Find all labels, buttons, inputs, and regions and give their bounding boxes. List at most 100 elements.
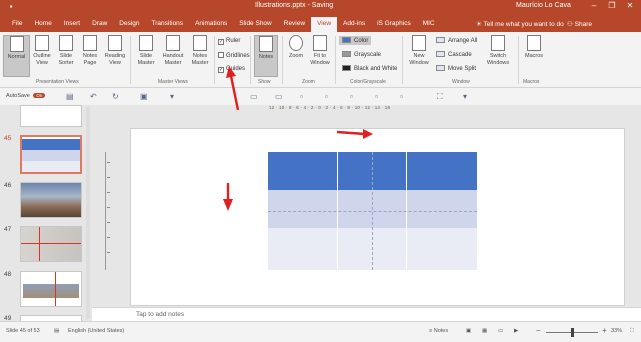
slide-thumbnail[interactable] — [20, 182, 82, 218]
color-button[interactable]: Color — [339, 36, 372, 45]
reading-view-button[interactable]: Reading View — [103, 35, 127, 77]
notes-pane[interactable]: Tap to add notes — [92, 307, 641, 321]
minimize-button[interactable]: – — [585, 0, 603, 12]
tab-review[interactable]: Review — [278, 17, 311, 32]
slide-thumbnail[interactable] — [20, 226, 82, 262]
gridlines-label: Gridlines — [226, 53, 250, 59]
tab-is-graphics[interactable]: iS Graphics — [371, 17, 417, 32]
tab-mic[interactable]: MIC — [417, 17, 441, 32]
slide-table[interactable] — [268, 152, 477, 270]
zoom-slider-thumb[interactable] — [571, 328, 574, 337]
notes-toggle-label: Notes — [258, 54, 274, 60]
align-icon[interactable]: ▭ — [250, 92, 258, 101]
horizontal-guide[interactable] — [268, 211, 477, 212]
handout-master-button[interactable]: Handout Master — [160, 35, 186, 77]
notes-placeholder[interactable]: Tap to add notes — [136, 311, 184, 318]
tab-file[interactable]: File — [6, 17, 28, 32]
slide-sorter-button[interactable]: Slide Sorter — [55, 35, 77, 77]
notes-master-button[interactable]: Notes Master — [188, 35, 212, 77]
slide-thumbnail-selected[interactable] — [20, 135, 82, 174]
notes-toggle-button[interactable]: Notes — [254, 35, 278, 77]
language-status[interactable]: English (United States) — [68, 328, 124, 334]
table-cell[interactable] — [407, 228, 477, 270]
autosave-label: AutoSave — [6, 93, 30, 99]
ribbon-separator — [282, 36, 283, 84]
switch-windows-button[interactable]: Switch Windows — [482, 35, 514, 77]
tab-transitions[interactable]: Transitions — [146, 17, 190, 32]
spellcheck-icon[interactable]: ▤ — [54, 328, 59, 334]
ribbon-separator — [335, 36, 336, 84]
slide-sorter-status-icon[interactable]: ▦ — [482, 328, 487, 334]
slide-master-button[interactable]: Slide Master — [134, 35, 158, 77]
new-window-button[interactable]: New Window — [406, 35, 432, 77]
reading-view-status-icon[interactable]: ▭ — [498, 328, 503, 334]
restore-button[interactable]: ❐ — [603, 0, 621, 12]
tab-animations[interactable]: Animations — [189, 17, 233, 32]
notes-page-label: Notes Page — [82, 53, 98, 66]
macros-group-label: Macros — [523, 79, 540, 85]
notes-status-button[interactable]: ≡ Notes — [429, 328, 448, 334]
tab-add-ins[interactable]: Add-ins — [337, 17, 371, 32]
tab-view[interactable]: View — [311, 17, 338, 32]
save-icon[interactable]: ▪ — [6, 2, 16, 12]
table-cell[interactable] — [407, 190, 477, 228]
save-icon[interactable]: ▤ — [66, 92, 74, 101]
redo-icon[interactable]: ↻ — [112, 92, 119, 101]
ribbon-view: Normal Outline View Slide Sorter Notes P… — [0, 32, 641, 88]
shape-icon[interactable]: ▫ — [350, 92, 353, 101]
tab-insert[interactable]: Insert — [58, 17, 86, 32]
tab-draw[interactable]: Draw — [86, 17, 113, 32]
zoom-button[interactable]: Zoom — [286, 35, 306, 77]
close-button[interactable]: ✕ — [621, 0, 639, 12]
tab-design[interactable]: Design — [113, 17, 145, 32]
zoom-percentage[interactable]: 33% — [611, 328, 622, 334]
zoom-in-button[interactable]: + — [602, 326, 607, 335]
notes-page-icon — [83, 35, 97, 51]
tell-me-search[interactable]: ☀ Tell me what you want to do — [476, 20, 564, 28]
move-split-button[interactable]: Move Split — [436, 65, 476, 72]
table-header-cell[interactable] — [268, 152, 338, 190]
user-name[interactable]: Maurício Lo Cava — [516, 2, 571, 9]
group-icon[interactable]: ▫ — [300, 92, 303, 101]
qat-customize-icon[interactable]: ▾ — [463, 92, 467, 101]
undo-icon[interactable]: ↶ — [90, 92, 97, 101]
fullscreen-icon[interactable]: ⛶ — [437, 92, 443, 102]
gridlines-checkbox[interactable]: Gridlines — [218, 52, 250, 59]
slide-thumbnail[interactable] — [20, 105, 82, 127]
zoom-out-button[interactable]: − — [536, 326, 541, 335]
table-cell[interactable] — [268, 228, 338, 270]
slideshow-status-icon[interactable]: ▶ — [514, 328, 518, 334]
fit-to-window-button[interactable]: Fit to Window — [308, 35, 332, 77]
text-box-icon[interactable]: ▫ — [375, 92, 378, 101]
thumb-table-row — [22, 161, 80, 172]
notes-page-button[interactable]: Notes Page — [79, 35, 101, 77]
quick-access-toolbar: AutoSave On ▤ ↶ ↻ ▣ ▾ ▭ ▭ ▫ ▫ ▫ ▫ ▫ ⛶ ▾ — [0, 88, 641, 105]
normal-view-status-icon[interactable]: ▣ — [466, 328, 471, 334]
picture-icon[interactable]: ▫ — [400, 92, 403, 101]
from-beginning-icon[interactable]: ▣ — [140, 92, 148, 101]
table-header-cell[interactable] — [407, 152, 477, 190]
new-window-label: New Window — [409, 53, 429, 66]
normal-view-button[interactable]: Normal — [3, 35, 30, 77]
share-button[interactable]: ⚇ Share — [567, 20, 592, 28]
arrange-all-button[interactable]: Arrange All — [436, 37, 477, 44]
black-white-button[interactable]: Black and White — [342, 65, 397, 72]
fit-slide-icon[interactable]: ⛶ — [630, 328, 634, 335]
slide-thumbnail[interactable] — [20, 271, 82, 307]
arrange-all-label: Arrange All — [448, 38, 478, 44]
grayscale-button[interactable]: Grayscale — [342, 51, 381, 58]
table-cell[interactable] — [268, 190, 338, 228]
macros-button[interactable]: Macros — [522, 35, 546, 77]
autosave-toggle[interactable]: AutoSave On — [6, 93, 46, 99]
tab-slide-show[interactable]: Slide Show — [233, 17, 278, 32]
cascade-button[interactable]: Cascade — [436, 51, 472, 58]
thumbnails-scrollbar[interactable] — [86, 107, 90, 319]
slide-number: 46 — [4, 182, 12, 189]
outline-view-button[interactable]: Outline View — [31, 35, 53, 77]
format-icon[interactable]: ▫ — [325, 92, 328, 101]
qat-more-icon[interactable]: ▾ — [170, 92, 174, 101]
distribute-icon[interactable]: ▭ — [275, 92, 283, 101]
ruler-checkbox[interactable]: ✓ Ruler — [218, 38, 240, 45]
ruler-tick — [107, 162, 110, 163]
tab-home[interactable]: Home — [28, 17, 57, 32]
